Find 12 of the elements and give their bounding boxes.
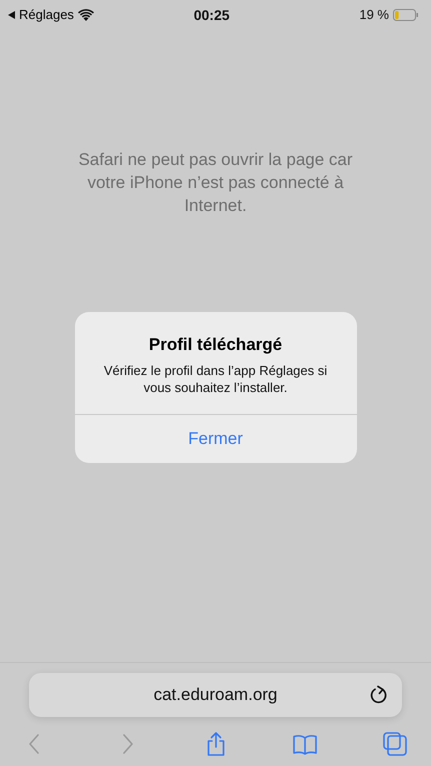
error-message: Safari ne peut pas ouvrir la page car votre iPhone n’est pas connecté à Internet. — [78, 149, 354, 217]
wifi-icon — [78, 9, 94, 21]
address-bar[interactable]: cat.eduroam.org — [29, 673, 402, 717]
tabs-icon[interactable] — [382, 731, 408, 757]
reload-icon[interactable] — [370, 685, 388, 705]
alert-title: Profil téléchargé — [148, 334, 284, 356]
back-triangle-icon — [8, 11, 15, 19]
battery-icon — [393, 9, 419, 21]
alert-message: Vérifiez le profil dans l’app Réglages si vous souhaitez l’installer. — [102, 362, 328, 396]
back-to-app-link[interactable]: Réglages — [8, 5, 74, 25]
clock-time: 00:25 — [194, 6, 230, 22]
battery-percentage: 19 % — [359, 6, 389, 24]
